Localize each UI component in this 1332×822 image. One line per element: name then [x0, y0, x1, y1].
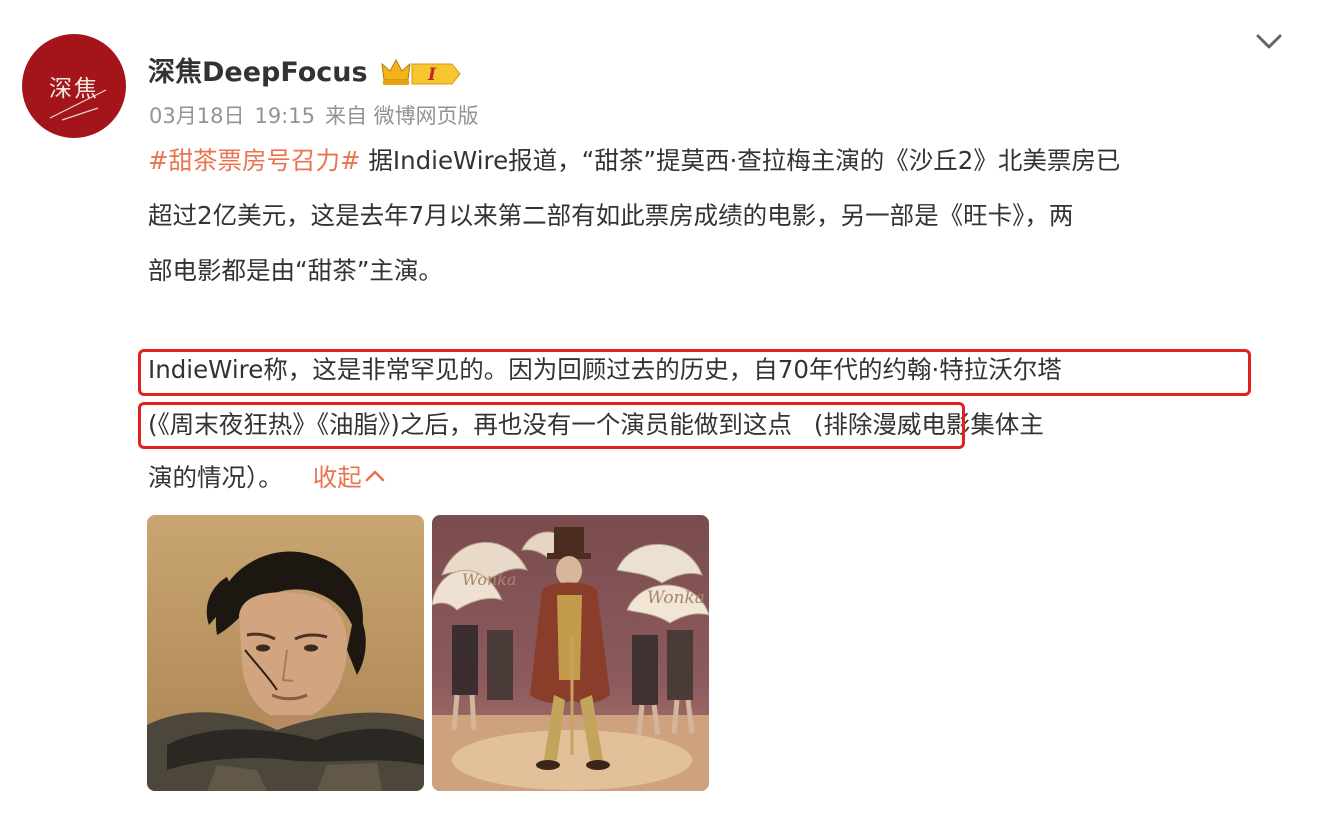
hashtag-link[interactable]: #甜茶票房号召力#	[148, 146, 361, 175]
svg-text:Wonka: Wonka	[462, 570, 517, 589]
wonka-still-icon: Wonka Wonka	[432, 515, 709, 791]
collapse-label: 收起	[312, 463, 362, 492]
post-text-segment: 据IndieWire报道，“甜茶”提莫西·查拉梅主演的《沙丘2》北美票房已	[360, 146, 1121, 175]
dune-2-still-icon	[147, 515, 424, 791]
post-text-line-2: 超过2亿美元，这是去年7月以来第二部有如此票房成绩的电影，另一部是《旺卡》，两	[148, 201, 1074, 230]
crown-badge-icon[interactable]: I	[380, 56, 462, 90]
author-name[interactable]: 深焦DeepFocus	[148, 50, 368, 89]
post-text-line-1: #甜茶票房号召力# 据IndieWire报道，“甜茶”提莫西·查拉梅主演的《沙丘…	[148, 146, 1120, 176]
post-source: 来自 微博网页版	[324, 104, 479, 128]
post-text-segment: 演的情况）。	[148, 463, 283, 492]
post-text-line-6: 演的情况）。 收起	[148, 463, 386, 493]
highlight-box	[138, 349, 1251, 396]
collapse-button[interactable]: 收起	[313, 463, 386, 492]
chevron-down-icon[interactable]	[1254, 28, 1284, 54]
badge-level: I	[427, 65, 437, 85]
post-meta: 03月18日 19:15 来自 微博网页版	[149, 100, 489, 130]
svg-text:Wonka: Wonka	[647, 588, 705, 608]
post-date[interactable]: 03月18日	[149, 104, 244, 128]
highlight-box	[138, 402, 965, 449]
post-time[interactable]: 19:15	[254, 104, 315, 128]
chevron-up-icon	[365, 470, 385, 482]
weibo-post-card: 深焦 深焦DeepFocus I 03月18日 19:15 来自 微博网页版 #甜茶…	[0, 0, 1332, 822]
author-avatar[interactable]: 深焦	[22, 34, 126, 138]
post-text-line-3: 部电影都是由“甜茶”主演。	[148, 256, 443, 285]
post-image-1[interactable]	[147, 515, 424, 791]
avatar-label: 深焦	[49, 76, 99, 102]
post-image-2[interactable]: Wonka Wonka	[432, 515, 709, 791]
